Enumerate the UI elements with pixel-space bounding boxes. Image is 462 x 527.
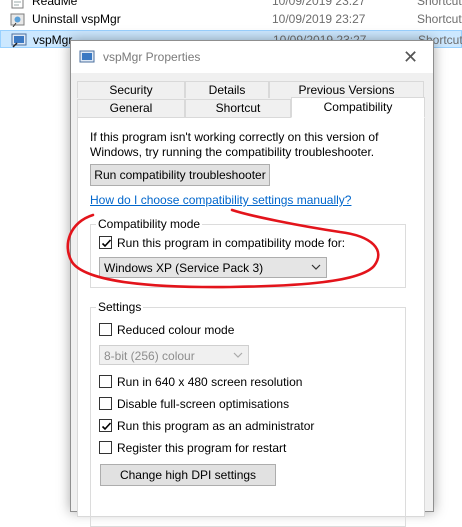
compatibility-panel: If this program isn't working correctly … — [77, 117, 425, 527]
compatibility-mode-checkbox-label: Run this program in compatibility mode f… — [117, 236, 346, 250]
tab-shortcut[interactable]: Shortcut — [185, 99, 291, 118]
compatibility-mode-group — [90, 224, 406, 288]
reduced-colour-label: Reduced colour mode — [117, 323, 235, 337]
res640-label: Run in 640 x 480 screen resolution — [117, 375, 303, 389]
tab-label: Security — [109, 83, 153, 97]
file-row-uninstall[interactable]: Uninstall vspMgr 10/09/2019 23:27 Shortc… — [0, 10, 462, 28]
admin-checkbox[interactable] — [99, 419, 112, 432]
tab-details[interactable]: Details — [185, 81, 269, 98]
file-date: 10/09/2019 23:27 — [272, 0, 366, 8]
close-icon: ✕ — [402, 47, 419, 67]
settings-label: Settings — [96, 300, 144, 314]
admin-label: Run this program as an administrator — [117, 419, 315, 433]
dialog-title: vspMgr Properties — [103, 50, 201, 64]
close-button[interactable]: ✕ — [388, 41, 433, 73]
app-icon — [79, 49, 95, 65]
file-name: Uninstall vspMgr — [32, 12, 121, 26]
tab-security[interactable]: Security — [77, 81, 185, 98]
file-date: 10/09/2019 23:27 — [272, 12, 366, 26]
settings-group — [90, 307, 406, 527]
selected-os: Windows XP (Service Pack 3) — [104, 261, 264, 275]
file-name: ReadMe — [32, 0, 78, 8]
compatibility-os-select[interactable]: Windows XP (Service Pack 3) — [99, 257, 327, 278]
res640-checkbox[interactable] — [99, 375, 112, 388]
colour-depth-select[interactable]: 8-bit (256) colour — [99, 345, 249, 365]
uninstall-icon — [10, 11, 26, 28]
file-type: Shortcut — [417, 12, 462, 26]
app-shortcut-icon — [11, 32, 27, 48]
help-link[interactable]: How do I choose compatibility settings m… — [90, 193, 351, 207]
file-type: Shortcut — [417, 0, 462, 8]
compatibility-mode-label: Compatibility mode — [96, 217, 203, 231]
tab-label: General — [109, 101, 153, 115]
shortcut-file-icon — [10, 0, 26, 9]
intro-text: If this program isn't working correctly … — [90, 130, 379, 159]
tab-label: Compatibility — [323, 100, 393, 114]
tab-label: Shortcut — [215, 101, 261, 115]
file-name: vspMgr — [33, 33, 73, 47]
colour-depth-value: 8-bit (256) colour — [104, 349, 195, 363]
checkmark-icon — [101, 422, 112, 431]
run-troubleshooter-button[interactable]: Run compatibility troubleshooter — [90, 164, 270, 186]
file-row-readme[interactable]: ReadMe 10/09/2019 23:27 Shortcut — [0, 0, 462, 10]
fullscreen-checkbox[interactable] — [99, 397, 112, 410]
compatibility-mode-checkbox[interactable] — [99, 236, 112, 249]
fullscreen-label: Disable full-screen optimisations — [117, 397, 290, 411]
tab-general[interactable]: General — [77, 99, 185, 118]
restart-label: Register this program for restart — [117, 441, 287, 455]
tab-previous-versions[interactable]: Previous Versions — [269, 81, 424, 98]
checkmark-icon — [101, 239, 112, 248]
restart-checkbox[interactable] — [99, 441, 112, 454]
tab-label: Previous Versions — [298, 83, 395, 97]
chevron-down-icon — [311, 264, 321, 270]
properties-dialog: vspMgr Properties ✕ Security Details Pre… — [70, 40, 434, 527]
reduced-colour-checkbox[interactable] — [99, 323, 112, 336]
title-bar[interactable]: vspMgr Properties ✕ — [71, 41, 433, 73]
change-dpi-button[interactable]: Change high DPI settings — [100, 464, 276, 486]
tab-compatibility[interactable]: Compatibility — [291, 97, 425, 118]
chevron-down-icon — [233, 352, 243, 358]
tab-label: Details — [208, 83, 246, 97]
